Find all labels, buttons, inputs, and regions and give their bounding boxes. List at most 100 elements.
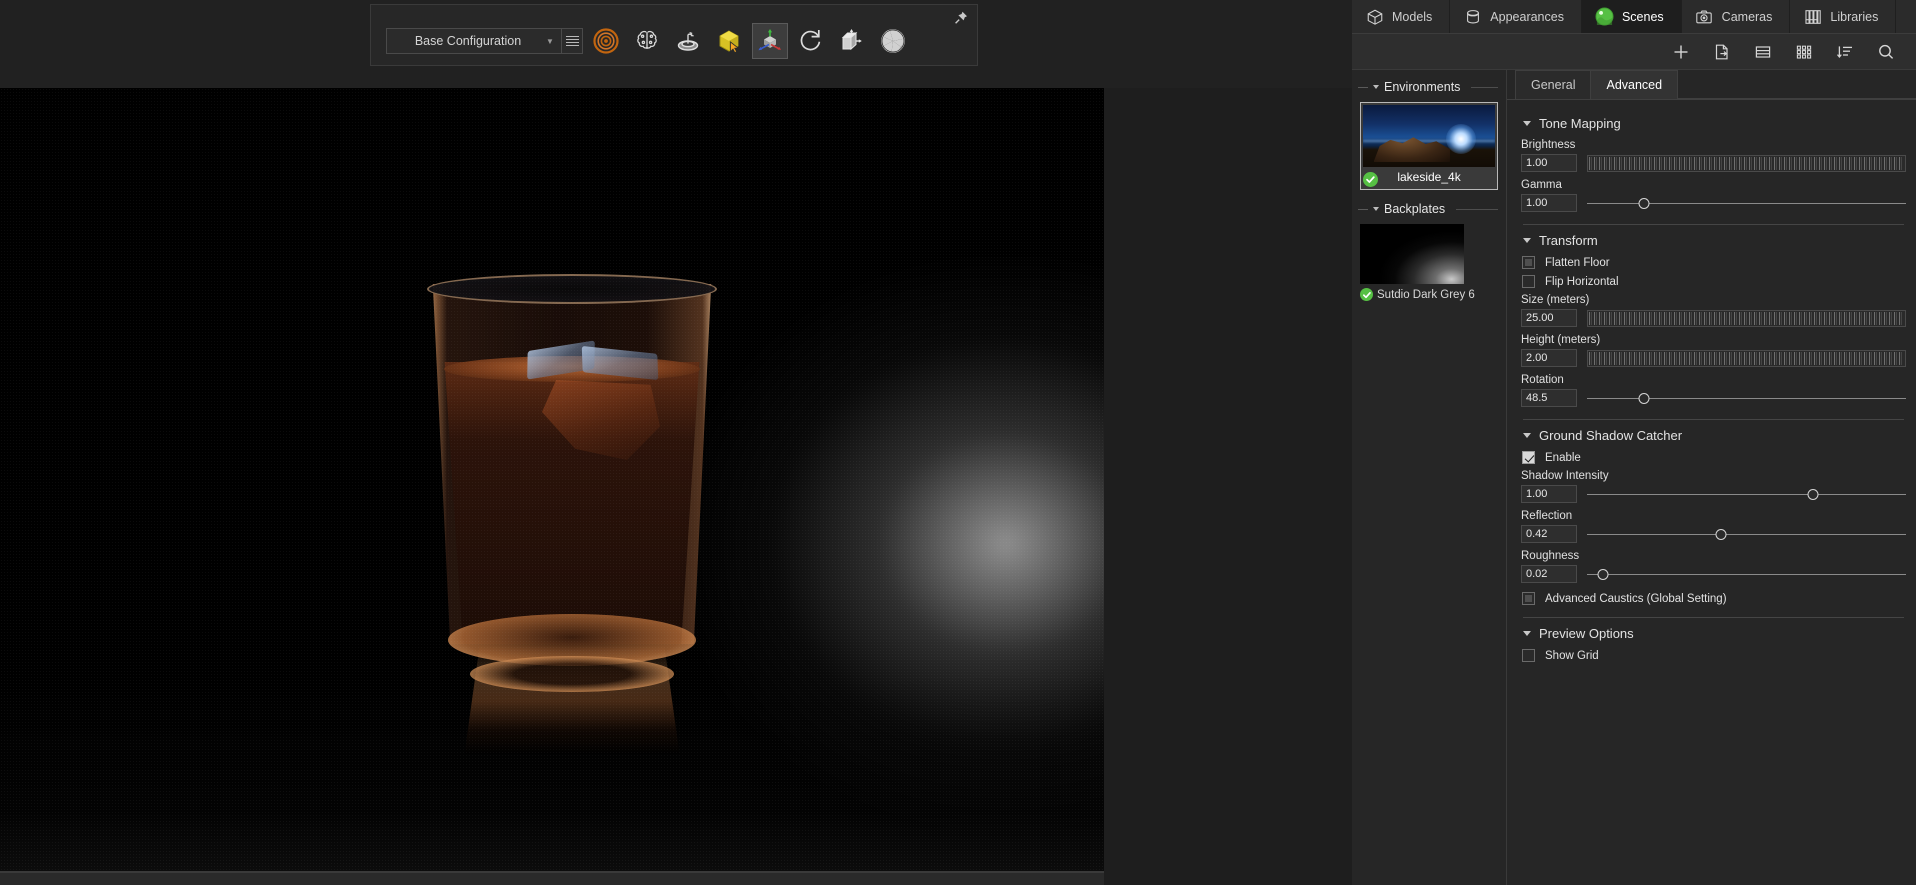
flip-horizontal-checkbox[interactable] bbox=[1522, 275, 1535, 288]
turntable-icon[interactable] bbox=[670, 23, 706, 59]
gizmo-axis-icon[interactable] bbox=[752, 23, 788, 59]
field-shadow-intensity bbox=[1521, 485, 1906, 503]
render-target-icon[interactable] bbox=[588, 23, 624, 59]
label-brightness: Brightness bbox=[1521, 139, 1576, 151]
size-input[interactable] bbox=[1521, 309, 1577, 327]
label-gamma: Gamma bbox=[1521, 179, 1562, 191]
brightness-input[interactable] bbox=[1521, 154, 1577, 172]
group-header-transform[interactable]: Transform bbox=[1523, 233, 1906, 248]
tab-appearances[interactable]: Appearances bbox=[1450, 0, 1582, 33]
divider bbox=[1523, 419, 1904, 420]
enable-checkbox[interactable] bbox=[1522, 451, 1535, 464]
field-advanced-caustics[interactable]: Advanced Caustics (Global Setting) bbox=[1522, 592, 1906, 605]
aperture-icon[interactable] bbox=[875, 23, 911, 59]
import-file-icon[interactable] bbox=[1712, 42, 1732, 62]
whiskey-glass-render bbox=[422, 274, 722, 754]
field-height bbox=[1521, 349, 1906, 367]
shadow-intensity-slider-knob[interactable] bbox=[1807, 488, 1819, 500]
add-icon[interactable] bbox=[1671, 42, 1691, 62]
group-header-ground-shadow-catcher[interactable]: Ground Shadow Catcher bbox=[1523, 428, 1906, 443]
height-input[interactable] bbox=[1521, 349, 1577, 367]
group-header-preview-options[interactable]: Preview Options bbox=[1523, 626, 1906, 641]
sort-icon[interactable] bbox=[1835, 42, 1855, 62]
group-title-preview-options: Preview Options bbox=[1539, 626, 1634, 641]
field-flip-horizontal[interactable]: Flip Horizontal bbox=[1522, 275, 1906, 288]
application-window: Base Configuration ▼ Models Appearances … bbox=[0, 0, 1916, 885]
rotate-refresh-icon[interactable] bbox=[793, 23, 829, 59]
label-reflection: Reflection bbox=[1521, 510, 1573, 522]
height-jog-dial[interactable] bbox=[1587, 349, 1906, 367]
settings-column: General Advanced Tone Mapping Brightness bbox=[1507, 70, 1916, 885]
right-panel: Models Appearances Scenes Cameras Librar… bbox=[1352, 0, 1916, 885]
field-show-grid[interactable]: Show Grid bbox=[1522, 649, 1906, 662]
tab-cameras-label: Cameras bbox=[1721, 9, 1773, 24]
library-toolrow bbox=[1352, 34, 1916, 70]
grid-view-icon[interactable] bbox=[1794, 42, 1814, 62]
field-gamma bbox=[1521, 194, 1906, 212]
settings-scroll-area[interactable]: Tone Mapping Brightness Gamma bbox=[1507, 100, 1916, 885]
tab-libraries[interactable]: Libraries bbox=[1790, 0, 1897, 33]
tab-models[interactable]: Models bbox=[1352, 0, 1451, 33]
configuration-list-button[interactable] bbox=[561, 28, 583, 54]
group-header-tone-mapping[interactable]: Tone Mapping bbox=[1523, 116, 1906, 131]
panel-body: Environments lakeside_4k Backplates Sutd… bbox=[1352, 70, 1916, 885]
selected-check-icon bbox=[1363, 172, 1378, 187]
rotation-slider[interactable] bbox=[1587, 391, 1906, 405]
gamma-slider[interactable] bbox=[1587, 196, 1906, 210]
search-icon[interactable] bbox=[1876, 42, 1896, 62]
shadow-intensity-input[interactable] bbox=[1521, 485, 1577, 503]
top-toolbar-area: Base Configuration ▼ bbox=[0, 0, 1352, 88]
chevron-down-icon bbox=[1523, 121, 1531, 126]
group-title-ground-shadow-catcher: Ground Shadow Catcher bbox=[1539, 428, 1683, 443]
rotation-input[interactable] bbox=[1521, 389, 1577, 407]
label-rotation: Rotation bbox=[1521, 374, 1564, 386]
field-rotation bbox=[1521, 389, 1906, 407]
roughness-input[interactable] bbox=[1521, 565, 1577, 583]
environment-name: lakeside_4k bbox=[1397, 170, 1461, 184]
floating-toolbar: Base Configuration ▼ bbox=[370, 4, 978, 66]
tab-scenes[interactable]: Scenes bbox=[1581, 0, 1682, 33]
field-enable[interactable]: Enable bbox=[1522, 451, 1906, 464]
tab-general[interactable]: General bbox=[1515, 70, 1592, 99]
advanced-caustics-checkbox[interactable] bbox=[1522, 592, 1535, 605]
tab-advanced[interactable]: Advanced bbox=[1590, 70, 1679, 99]
list-view-icon[interactable] bbox=[1753, 42, 1773, 62]
yellow-cube-icon[interactable] bbox=[711, 23, 747, 59]
tab-scenes-label: Scenes bbox=[1621, 9, 1664, 24]
chevron-down-icon bbox=[1523, 238, 1531, 243]
tab-cameras[interactable]: Cameras bbox=[1681, 0, 1791, 33]
reflection-slider[interactable] bbox=[1587, 527, 1906, 541]
environment-item-lakeside[interactable]: lakeside_4k bbox=[1360, 102, 1498, 190]
chevron-down-icon bbox=[1523, 433, 1531, 438]
rotation-slider-knob[interactable] bbox=[1638, 392, 1650, 404]
tabbar-filler bbox=[1896, 0, 1916, 33]
roughness-slider[interactable] bbox=[1587, 567, 1906, 581]
gamma-input[interactable] bbox=[1521, 194, 1577, 212]
size-jog-dial[interactable] bbox=[1587, 309, 1906, 327]
environments-section-header[interactable]: Environments bbox=[1352, 76, 1506, 98]
backplates-section-header[interactable]: Backplates bbox=[1352, 198, 1506, 220]
backplate-item-studio-dark-grey[interactable]: Sutdio Dark Grey 6 bbox=[1352, 224, 1506, 301]
label-enable: Enable bbox=[1545, 451, 1581, 464]
chevron-down-icon bbox=[1373, 207, 1379, 211]
field-reflection bbox=[1521, 525, 1906, 543]
shadow-intensity-slider[interactable] bbox=[1587, 487, 1906, 501]
field-brightness bbox=[1521, 154, 1906, 172]
chevron-down-icon bbox=[1523, 631, 1531, 636]
flatten-floor-checkbox[interactable] bbox=[1522, 256, 1535, 269]
field-flatten-floor[interactable]: Flatten Floor bbox=[1522, 256, 1906, 269]
reflection-slider-knob[interactable] bbox=[1715, 528, 1727, 540]
brightness-jog-dial[interactable] bbox=[1587, 154, 1906, 172]
show-grid-checkbox[interactable] bbox=[1522, 649, 1535, 662]
cylinder-icon bbox=[1463, 7, 1482, 26]
divider bbox=[1523, 224, 1904, 225]
configuration-dropdown[interactable]: Base Configuration ▼ bbox=[386, 28, 561, 54]
label-height: Height (meters) bbox=[1521, 334, 1601, 346]
brain-ai-icon[interactable] bbox=[629, 23, 665, 59]
render-viewport[interactable] bbox=[0, 88, 1104, 873]
roughness-slider-knob[interactable] bbox=[1597, 568, 1609, 580]
cube-export-icon[interactable] bbox=[834, 23, 870, 59]
field-roughness bbox=[1521, 565, 1906, 583]
reflection-input[interactable] bbox=[1521, 525, 1577, 543]
gamma-slider-knob[interactable] bbox=[1638, 197, 1650, 209]
